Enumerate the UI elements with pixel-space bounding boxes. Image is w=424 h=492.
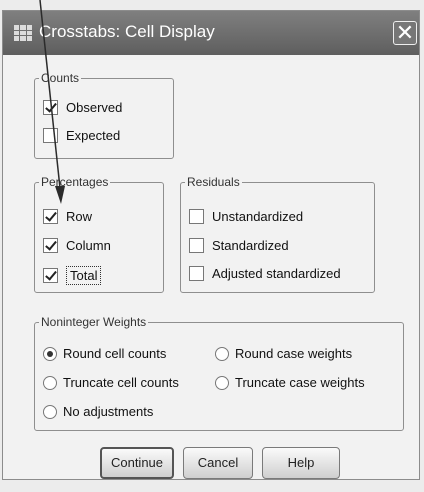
round-case-weights-label: Round case weights [235,346,353,361]
adjusted-standardized-checkbox-box[interactable] [189,266,204,281]
observed-label: Observed [66,100,123,115]
standardized-label: Standardized [212,238,289,253]
row-checkbox-box[interactable] [43,209,58,224]
round-cell-counts-label: Round cell counts [63,346,167,361]
dialog-title: Crosstabs: Cell Display [39,22,215,41]
no-adjustments-radio-dot[interactable] [43,404,57,419]
expected-label: Expected [66,128,121,143]
adjusted-standardized-checkbox[interactable]: Adjusted standardized [189,266,341,281]
unstandardized-checkbox-box[interactable] [189,209,204,224]
cancel-button[interactable]: Cancel [183,447,253,479]
dialog-body: Counts Observed Expected Percentages Row… [3,55,419,479]
counts-group: Counts [34,71,174,159]
round-cell-counts-radio[interactable]: Round cell counts [43,346,166,361]
counts-group-title: Counts [41,71,80,85]
round-cell-counts-radio-dot[interactable] [43,346,57,361]
residuals-group-title: Residuals [187,175,240,189]
unstandardized-checkbox[interactable]: Unstandardized [189,209,303,224]
round-case-weights-radio[interactable]: Round case weights [215,346,352,361]
column-checkbox[interactable]: Column [43,238,111,253]
noninteger-weights-group-title: Noninteger Weights [41,315,147,329]
cell-display-dialog: Crosstabs: Cell Display ✕ Counts Observe… [2,10,420,480]
close-icon: ✕ [395,20,415,45]
truncate-cell-counts-label: Truncate cell counts [63,375,179,390]
column-checkbox-box[interactable] [43,238,58,253]
total-checkbox-box[interactable] [43,268,58,283]
observed-checkbox[interactable]: Observed [43,100,122,115]
title-bar: Crosstabs: Cell Display ✕ [3,11,419,55]
total-checkbox[interactable]: Total [43,266,102,285]
truncate-cell-counts-radio[interactable]: Truncate cell counts [43,375,179,390]
round-case-weights-radio-dot[interactable] [215,346,229,361]
grid-icon [14,25,32,41]
standardized-checkbox-box[interactable] [189,238,204,253]
row-checkbox[interactable]: Row [43,209,92,224]
continue-button[interactable]: Continue [100,447,174,479]
column-label: Column [66,238,111,253]
adjusted-standardized-label: Adjusted standardized [212,266,341,281]
no-adjustments-label: No adjustments [63,404,154,419]
help-button[interactable]: Help [262,447,340,479]
observed-checkbox-box[interactable] [43,100,58,115]
truncate-cell-counts-radio-dot[interactable] [43,375,57,390]
standardized-checkbox[interactable]: Standardized [189,238,289,253]
close-button[interactable]: ✕ [393,21,417,45]
truncate-case-weights-label: Truncate case weights [235,375,365,390]
expected-checkbox[interactable]: Expected [43,128,120,143]
no-adjustments-radio[interactable]: No adjustments [43,404,153,419]
truncate-case-weights-radio[interactable]: Truncate case weights [215,375,365,390]
expected-checkbox-box[interactable] [43,128,58,143]
unstandardized-label: Unstandardized [212,209,304,224]
percentages-group-title: Percentages [41,175,109,189]
row-label: Row [66,209,93,224]
truncate-case-weights-radio-dot[interactable] [215,375,229,390]
total-label: Total [66,266,102,285]
